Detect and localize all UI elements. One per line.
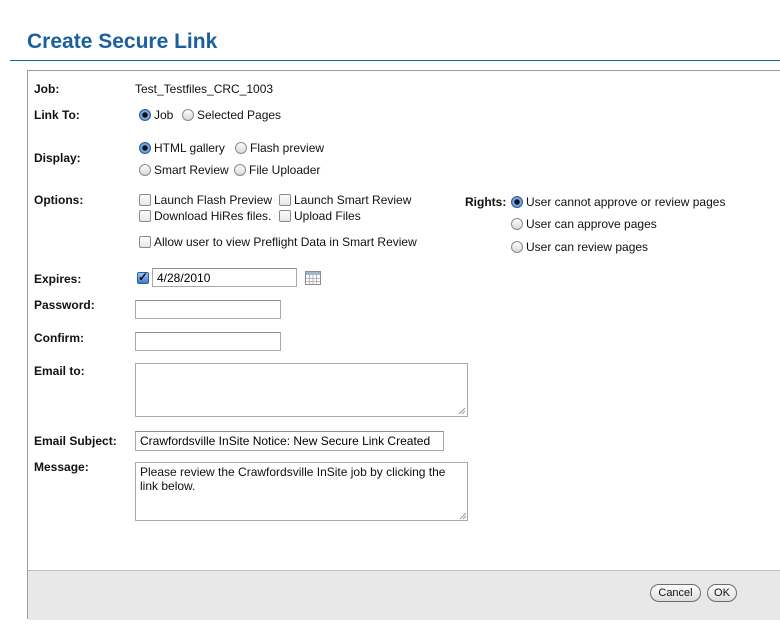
rights-can-approve-radio[interactable] (511, 218, 523, 230)
create-secure-link-dialog: Create Secure Link Job: Test_Testfiles_C… (0, 0, 780, 628)
display-label: Display: (34, 151, 81, 165)
display-html-gallery-radio[interactable] (139, 142, 151, 154)
message-textarea[interactable]: Please review the Crawfordsville InSite … (135, 462, 468, 521)
launch-smart-review-label: Launch Smart Review (294, 193, 412, 207)
email-to-label: Email to: (34, 364, 85, 378)
preflight-data-checkbox[interactable] (139, 236, 151, 248)
options-label: Options: (34, 193, 84, 207)
link-to-job-radio[interactable] (139, 109, 151, 121)
password-input[interactable] (135, 300, 281, 319)
title-divider (10, 60, 780, 61)
preflight-data-label: Allow user to view Preflight Data in Sma… (154, 235, 417, 249)
launch-flash-preview-checkbox[interactable] (139, 194, 151, 206)
job-value: Test_Testfiles_CRC_1003 (135, 82, 274, 96)
email-subject-input[interactable] (135, 431, 444, 451)
display-file-uploader-label: File Uploader (249, 163, 321, 177)
rights-can-review-radio[interactable] (511, 241, 523, 253)
display-smart-review-label: Smart Review (154, 163, 229, 177)
email-subject-label: Email Subject: (34, 434, 117, 448)
download-hires-label: Download HiRes files. (154, 209, 272, 223)
expires-checkbox[interactable] (137, 270, 149, 284)
calendar-icon[interactable] (305, 271, 321, 285)
link-to-selected-pages-label: Selected Pages (197, 108, 282, 122)
download-hires-checkbox[interactable] (139, 210, 151, 222)
job-label: Job: (34, 82, 60, 96)
resize-grip-icon[interactable] (459, 512, 467, 520)
link-to-job-label: Job (154, 108, 174, 122)
resize-grip-icon[interactable] (458, 407, 466, 415)
upload-files-checkbox[interactable] (279, 210, 291, 222)
upload-files-label: Upload Files (294, 209, 361, 223)
dialog-footer: Cancel OK (28, 570, 780, 620)
email-to-textarea[interactable] (135, 363, 468, 417)
rights-cannot-approve-label: User cannot approve or review pages (526, 195, 726, 209)
rights-can-approve-label: User can approve pages (526, 217, 657, 231)
display-html-gallery-label: HTML gallery (154, 141, 225, 155)
launch-flash-preview-label: Launch Flash Preview (154, 193, 273, 207)
expires-label: Expires: (34, 272, 82, 286)
link-to-label: Link To: (34, 108, 80, 122)
form-panel: Job: Test_Testfiles_CRC_1003 Link To: Jo… (27, 70, 780, 620)
display-file-uploader-radio[interactable] (234, 164, 246, 176)
link-to-selected-pages-radio[interactable] (182, 109, 194, 121)
display-flash-preview-radio[interactable] (235, 142, 247, 154)
rights-cannot-approve-radio[interactable] (511, 196, 523, 208)
cancel-button[interactable]: Cancel (650, 584, 701, 602)
launch-smart-review-checkbox[interactable] (279, 194, 291, 206)
confirm-label: Confirm: (34, 331, 84, 345)
rights-label: Rights: (465, 195, 507, 209)
display-smart-review-radio[interactable] (139, 164, 151, 176)
rights-can-review-label: User can review pages (526, 240, 649, 254)
confirm-input[interactable] (135, 332, 281, 351)
display-flash-preview-label: Flash preview (250, 141, 325, 155)
message-label: Message: (34, 460, 89, 474)
password-label: Password: (34, 298, 95, 312)
ok-button[interactable]: OK (707, 584, 737, 602)
expires-date-input[interactable] (152, 268, 297, 287)
dialog-title: Create Secure Link (27, 30, 218, 53)
